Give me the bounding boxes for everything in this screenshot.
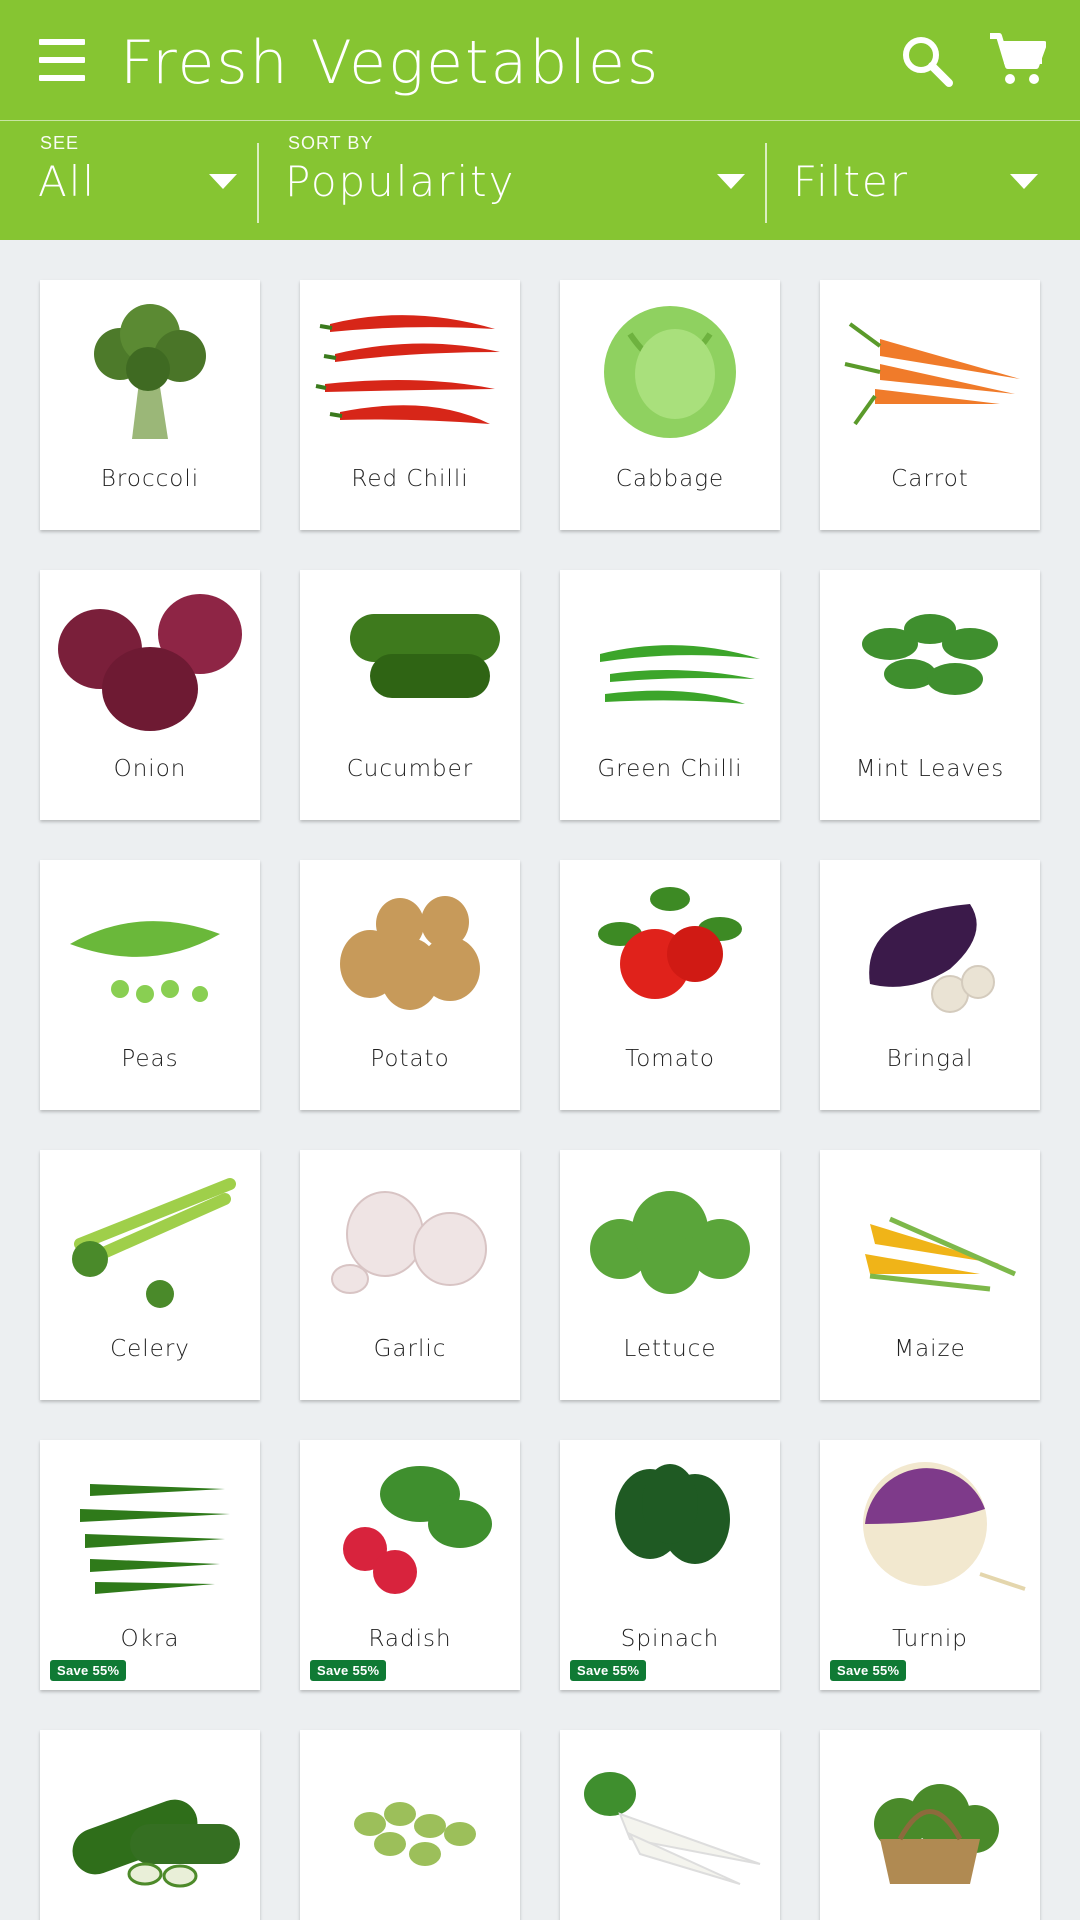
filter-dropdown[interactable]: Filter	[768, 121, 1080, 241]
chevron-down-icon	[717, 174, 745, 189]
divider	[257, 143, 259, 223]
filter-bar: SEE All SORT BY Popularity Filter	[0, 120, 1080, 240]
product-name: Okra	[120, 1626, 180, 1652]
product-name: Celery	[110, 1336, 190, 1362]
cabbage-image	[570, 294, 770, 444]
product-name: Radish	[368, 1626, 452, 1652]
product-card[interactable]: Bringal	[820, 860, 1040, 1110]
red-chilli-image	[310, 294, 510, 444]
product-card[interactable]: Lettuce	[560, 1150, 780, 1400]
page-title: Fresh Vegetables	[120, 28, 661, 98]
turnip-image	[830, 1454, 1030, 1604]
product-card[interactable]: Peas	[40, 860, 260, 1110]
mint-leaves-image	[830, 584, 1030, 734]
garlic-image	[310, 1164, 510, 1314]
product-name: Garlic	[373, 1336, 447, 1362]
product-name: Broccoli	[100, 466, 200, 492]
product-name: Red Chilli	[351, 466, 469, 492]
product-card[interactable]: Tomato	[560, 860, 780, 1110]
product-card[interactable]: Carrot	[820, 280, 1040, 530]
product-name: Maize	[894, 1336, 966, 1362]
product-card[interactable]: Garlic	[300, 1150, 520, 1400]
discount-badge: Save 55%	[310, 1660, 387, 1681]
potato-image	[310, 874, 510, 1024]
product-name: Cucumber	[346, 756, 474, 782]
product-grid: Broccoli Red Chilli Cabbage Carrot Onion…	[0, 240, 1080, 1920]
see-dropdown[interactable]: SEE All	[0, 121, 256, 241]
product-name: Bringal	[886, 1046, 974, 1072]
discount-badge: Save 55%	[570, 1660, 647, 1681]
product-card[interactable]: Mint Leaves	[820, 570, 1040, 820]
cucumber-image	[310, 584, 510, 734]
broccoli-image	[50, 294, 250, 444]
product-name: Green Chilli	[597, 756, 743, 782]
sort-label: SORT BY	[288, 133, 374, 153]
product-name: Carrot	[891, 466, 969, 492]
product-card[interactable]: Maize	[820, 1150, 1040, 1400]
product-card[interactable]: Radish Save 55%	[300, 1440, 520, 1690]
product-name: Tomato	[625, 1046, 715, 1072]
chevron-down-icon	[1010, 174, 1038, 189]
filter-value: Filter	[793, 157, 910, 206]
product-card[interactable]: Celery	[40, 1150, 260, 1400]
divider	[765, 143, 767, 223]
product-card[interactable]: Potato	[300, 860, 520, 1110]
product-card[interactable]: Red Chilli	[300, 280, 520, 530]
onion-image	[50, 584, 250, 734]
white-radish-image	[570, 1744, 770, 1894]
zucchini-image	[50, 1744, 250, 1894]
product-card[interactable]: Green Chilli	[560, 570, 780, 820]
lettuce-image	[570, 1164, 770, 1314]
product-card[interactable]: Cabbage	[560, 280, 780, 530]
sort-value: Popularity	[285, 157, 516, 206]
menu-icon[interactable]	[39, 37, 85, 83]
sort-dropdown[interactable]: SORT BY Popularity	[260, 121, 765, 241]
basket-image	[830, 1744, 1030, 1894]
product-name: Turnip	[892, 1626, 968, 1652]
carrot-image	[830, 294, 1030, 444]
spinach-image	[570, 1454, 770, 1604]
app-bar: Fresh Vegetables	[0, 0, 1080, 120]
green-chilli-image	[570, 584, 770, 734]
product-name: Mint Leaves	[855, 756, 1005, 782]
chevron-down-icon	[209, 174, 237, 189]
product-name: Potato	[370, 1046, 450, 1072]
discount-badge: Save 55%	[50, 1660, 127, 1681]
beans-image	[310, 1744, 510, 1894]
tomato-image	[570, 874, 770, 1024]
product-card[interactable]: Turnip Save 55%	[820, 1440, 1040, 1690]
product-name: Peas	[121, 1046, 179, 1072]
product-card[interactable]: Spinach Save 55%	[560, 1440, 780, 1690]
see-label: SEE	[40, 133, 80, 153]
product-card[interactable]: Onion	[40, 570, 260, 820]
product-card[interactable]	[560, 1730, 780, 1920]
product-card[interactable]: Broccoli	[40, 280, 260, 530]
radish-image	[310, 1454, 510, 1604]
celery-image	[50, 1164, 250, 1314]
product-card[interactable]: Cucumber	[300, 570, 520, 820]
product-name: Spinach	[620, 1626, 720, 1652]
product-card[interactable]	[820, 1730, 1040, 1920]
product-name: Onion	[113, 756, 187, 782]
peas-image	[50, 874, 250, 1024]
cart-icon[interactable]	[988, 32, 1047, 88]
bringal-image	[830, 874, 1030, 1024]
see-value: All	[38, 157, 97, 206]
okra-image	[50, 1454, 250, 1604]
product-name: Cabbage	[615, 466, 725, 492]
product-card[interactable]	[300, 1730, 520, 1920]
product-name: Lettuce	[623, 1336, 717, 1362]
search-icon[interactable]	[900, 34, 954, 88]
discount-badge: Save 55%	[830, 1660, 907, 1681]
product-card[interactable]: Okra Save 55%	[40, 1440, 260, 1690]
maize-image	[830, 1164, 1030, 1314]
product-card[interactable]	[40, 1730, 260, 1920]
